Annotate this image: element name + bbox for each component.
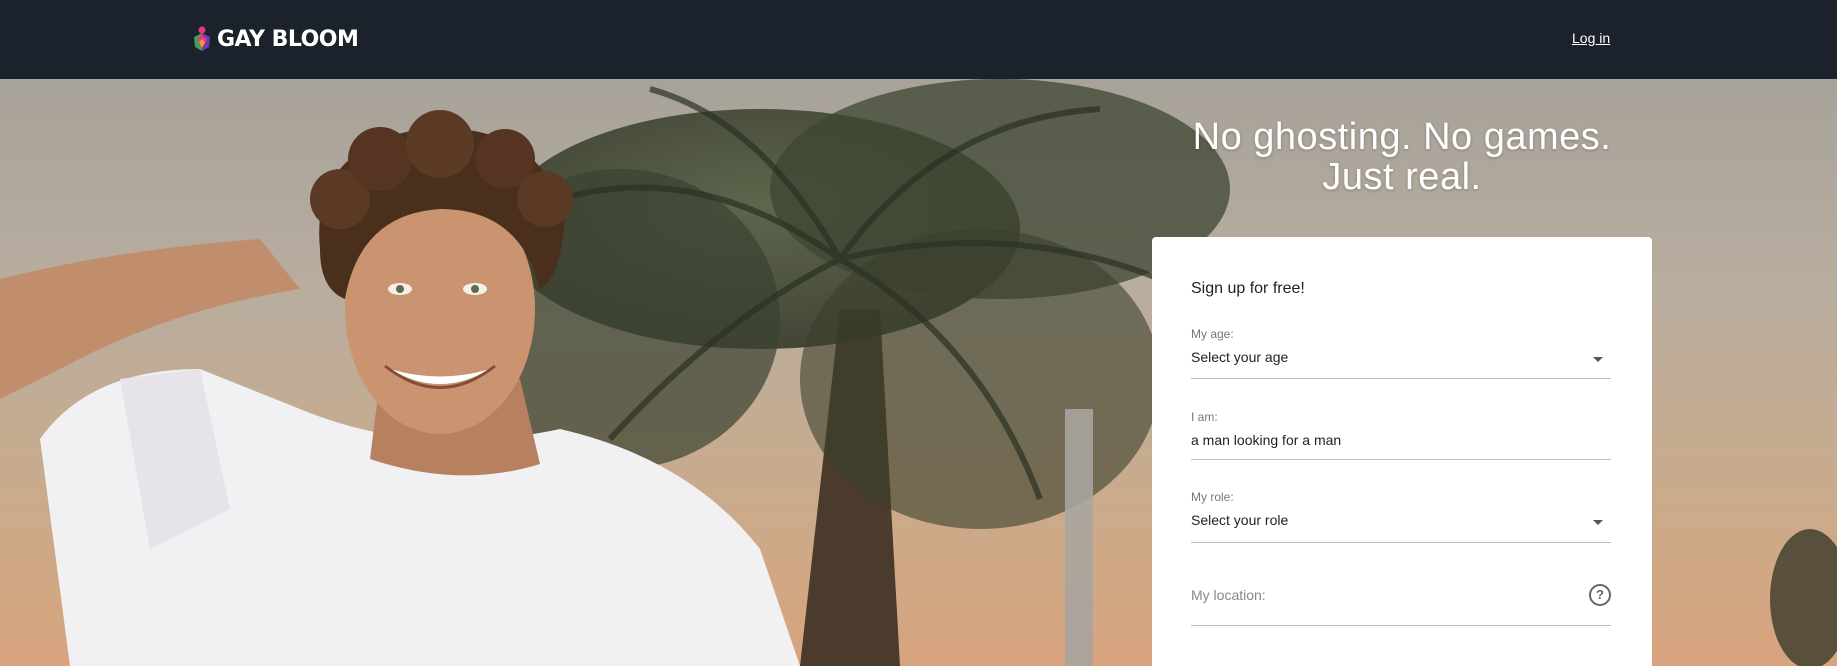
- identity-value: a man looking for a man: [1191, 432, 1342, 448]
- top-navbar: GAY BLOOM Log in: [0, 0, 1837, 79]
- age-label: My age:: [1191, 327, 1234, 341]
- role-label: My role:: [1191, 490, 1234, 504]
- identity-label: I am:: [1191, 410, 1218, 424]
- role-underline: [1191, 542, 1611, 543]
- headline-line-2: Just real.: [1322, 156, 1482, 198]
- brand-name: GAY BLOOM: [217, 26, 359, 52]
- identity-field[interactable]: I am: a man looking for a man: [1191, 410, 1611, 462]
- question-icon[interactable]: ?: [1589, 584, 1611, 606]
- age-select[interactable]: My age: Select your age: [1191, 327, 1611, 379]
- role-select[interactable]: My role: Select your role: [1191, 490, 1611, 543]
- headline-line-1: No ghosting. No games.: [1192, 116, 1612, 158]
- age-underline: [1191, 378, 1611, 379]
- location-input[interactable]: My location: ?: [1191, 584, 1611, 629]
- identity-underline: [1191, 459, 1611, 460]
- age-value: Select your age: [1191, 349, 1289, 365]
- role-value: Select your role: [1191, 512, 1289, 528]
- location-placeholder: My location:: [1191, 587, 1266, 603]
- chevron-down-icon: [1593, 357, 1603, 362]
- login-link[interactable]: Log in: [1572, 30, 1610, 46]
- chevron-down-icon: [1593, 520, 1603, 525]
- signup-form-card: Sign up for free! My age: Select your ag…: [1152, 237, 1652, 666]
- hero-headline: No ghosting. No games. Just real.: [1152, 117, 1652, 197]
- location-underline: [1191, 625, 1611, 626]
- brand-logo[interactable]: GAY BLOOM: [191, 25, 359, 53]
- hero-section: No ghosting. No games. Just real. Sign u…: [0, 79, 1837, 666]
- flower-logo-icon: [194, 26, 210, 51]
- signup-title: Sign up for free!: [1191, 280, 1305, 297]
